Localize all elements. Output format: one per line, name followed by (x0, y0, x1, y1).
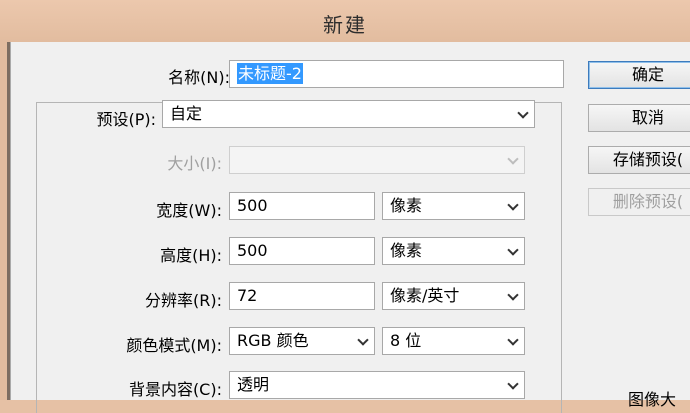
name-label: 名称(N): (168, 68, 230, 87)
resolution-input-value: 72 (237, 286, 258, 305)
title-bar: 新建 (0, 0, 690, 42)
chevron-down-icon (507, 289, 519, 301)
cancel-button[interactable]: 取消 (588, 104, 690, 132)
chevron-down-icon (507, 334, 519, 346)
background-select[interactable]: 透明 (229, 371, 525, 399)
resolution-input[interactable]: 72 (229, 282, 375, 310)
size-label: 大小(I): (167, 154, 222, 173)
chevron-down-icon (357, 334, 369, 346)
width-label: 宽度(W): (156, 201, 222, 220)
ok-button[interactable]: 确定 (588, 61, 690, 89)
width-unit-value: 像素 (390, 196, 423, 215)
resolution-label: 分辨率(R): (145, 291, 222, 310)
bit-depth-value: 8 位 (390, 331, 422, 350)
chevron-down-icon (507, 153, 519, 165)
resolution-unit-select[interactable]: 像素/英寸 (382, 282, 525, 310)
resolution-unit-value: 像素/英寸 (390, 286, 460, 305)
size-select[interactable] (229, 146, 525, 174)
chevron-down-icon (507, 199, 519, 211)
color-mode-select[interactable]: RGB 颜色 (229, 327, 375, 355)
chevron-down-icon (507, 244, 519, 256)
width-input[interactable]: 500 (229, 192, 375, 220)
color-mode-value: RGB 颜色 (237, 331, 309, 350)
height-unit-select[interactable]: 像素 (382, 237, 525, 265)
width-input-value: 500 (237, 196, 268, 215)
name-input-value: 未标题-2 (237, 63, 303, 84)
bit-depth-select[interactable]: 8 位 (382, 327, 525, 355)
background-label: 背景内容(C): (128, 380, 222, 399)
color-mode-label: 颜色模式(M): (126, 336, 222, 355)
width-unit-select[interactable]: 像素 (382, 192, 525, 220)
height-input-value: 500 (237, 241, 268, 260)
height-input[interactable]: 500 (229, 237, 375, 265)
preset-select[interactable]: 自定 (162, 100, 535, 128)
dialog-title: 新建 (323, 13, 367, 37)
height-label: 高度(H): (160, 246, 222, 265)
delete-preset-button[interactable]: 删除预设( (588, 188, 690, 216)
chevron-down-icon (507, 378, 519, 390)
image-size-label: 图像大 (628, 390, 677, 409)
preset-label: 预设(P): (96, 110, 156, 129)
save-preset-button[interactable]: 存储预设( (588, 146, 690, 174)
name-input[interactable]: 未标题-2 (229, 60, 564, 88)
background-value: 透明 (237, 375, 270, 394)
height-unit-value: 像素 (390, 241, 423, 260)
chevron-down-icon (517, 107, 529, 119)
preset-select-value: 自定 (170, 104, 203, 123)
